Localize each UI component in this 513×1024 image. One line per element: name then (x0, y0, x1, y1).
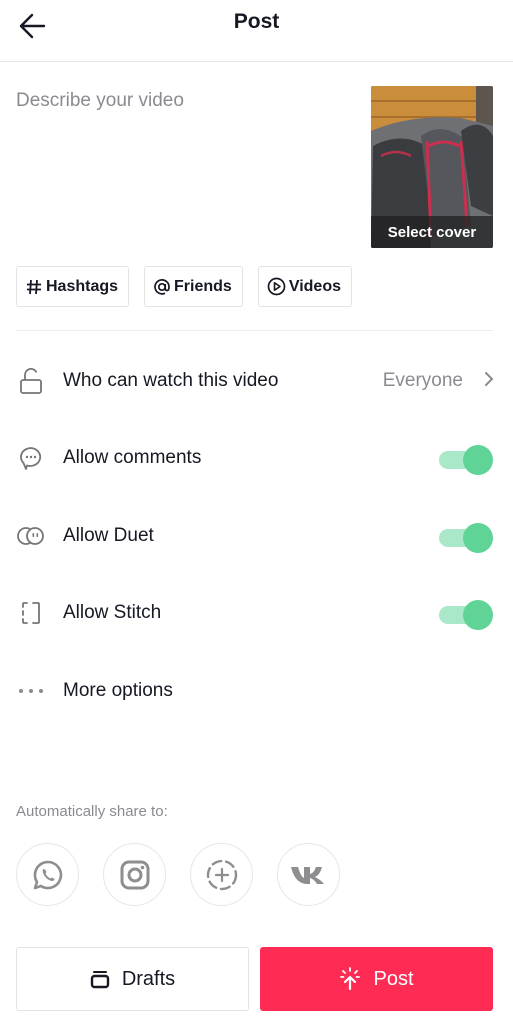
duet-icon (16, 525, 46, 547)
hashtags-chip[interactable]: Hashtags (16, 266, 130, 307)
share-vk-button[interactable] (277, 843, 340, 906)
allow-stitch-row: Allow Stitch (0, 583, 513, 643)
share-label: Automatically share to: (16, 803, 168, 820)
allow-comments-label: Allow comments (63, 447, 202, 468)
stitch-icon (16, 600, 46, 626)
toggle-knob (463, 523, 493, 553)
post-label: Post (373, 967, 414, 990)
comment-bubble-icon (16, 445, 46, 471)
share-instagram-button[interactable] (103, 843, 166, 906)
header: Post (0, 0, 513, 62)
unlock-icon (16, 367, 46, 395)
allow-duet-toggle[interactable] (439, 521, 493, 553)
toggle-knob (463, 600, 493, 630)
allow-stitch-label: Allow Stitch (63, 602, 162, 623)
add-circle-dashed-icon (206, 859, 237, 890)
play-circle-icon (267, 277, 286, 296)
post-upload-icon (339, 967, 361, 991)
divider (16, 330, 493, 331)
allow-comments-row: Allow comments (0, 428, 513, 488)
privacy-label: Who can watch this video (63, 370, 279, 391)
instagram-icon (120, 860, 149, 889)
allow-duet-row: Allow Duet (0, 506, 513, 566)
drafts-label: Drafts (121, 967, 176, 990)
share-targets (16, 843, 340, 906)
privacy-value: Everyone (382, 370, 463, 391)
allow-stitch-toggle[interactable] (439, 598, 493, 630)
more-dots-icon (16, 687, 46, 695)
drafts-button[interactable]: Drafts (16, 947, 249, 1011)
allow-duet-label: Allow Duet (63, 525, 154, 546)
select-cover-label: Select cover (371, 216, 493, 248)
post-button[interactable]: Post (260, 947, 493, 1011)
vk-icon (290, 866, 324, 884)
more-options-label: More options (63, 680, 173, 701)
drafts-icon (90, 969, 110, 989)
page-title: Post (233, 10, 280, 33)
tag-chips: Hashtags Friends Videos (16, 266, 352, 307)
toggle-knob (463, 445, 493, 475)
description-input[interactable] (16, 90, 346, 220)
friends-chip[interactable]: Friends (144, 266, 243, 307)
hashtag-icon (25, 278, 43, 296)
hashtags-chip-label: Hashtags (46, 277, 119, 295)
privacy-row[interactable]: Who can watch this video Everyone (0, 351, 513, 411)
share-add-button[interactable] (190, 843, 253, 906)
allow-comments-toggle[interactable] (439, 443, 493, 475)
share-whatsapp-button[interactable] (16, 843, 79, 906)
whatsapp-icon (33, 860, 62, 889)
at-icon (153, 278, 171, 296)
more-options-row[interactable]: More options (0, 661, 513, 721)
select-cover-button[interactable]: Select cover (371, 86, 493, 248)
friends-chip-label: Friends (174, 277, 232, 295)
videos-chip-label: Videos (288, 277, 341, 295)
chevron-right-icon (483, 370, 495, 393)
videos-chip[interactable]: Videos (257, 266, 352, 307)
